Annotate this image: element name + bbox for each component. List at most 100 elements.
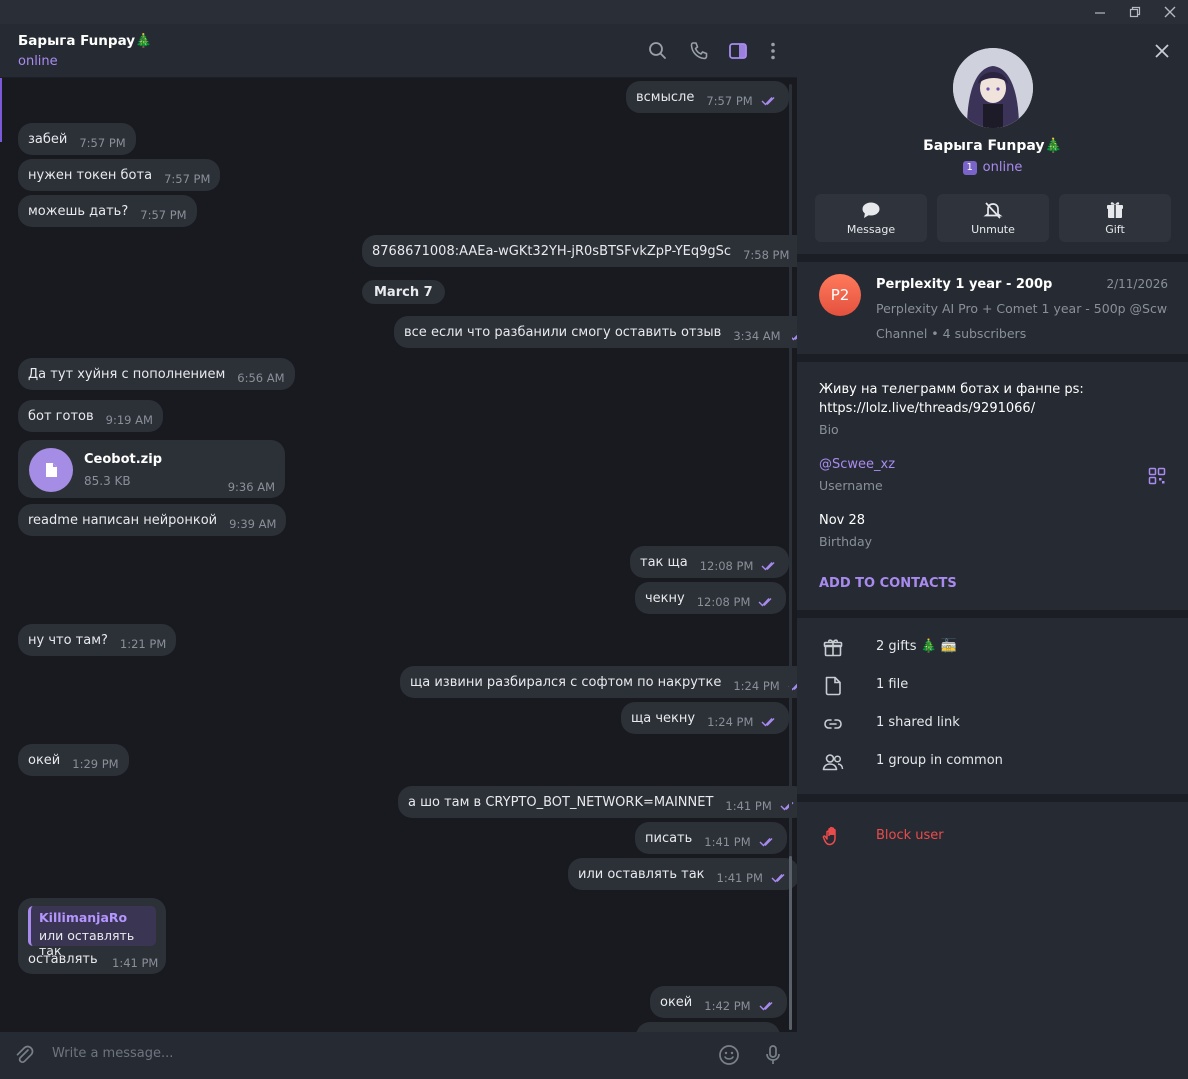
message-input[interactable]: Write a message... [52, 1046, 173, 1061]
message-incoming[interactable]: можешь дать? 7:57 PM [18, 195, 197, 227]
birthday-value: Nov 28 [819, 513, 866, 528]
message-incoming[interactable]: бот готов 9:19 AM [18, 400, 163, 432]
restore-icon[interactable] [1117, 0, 1153, 24]
message-button[interactable]: Message [815, 194, 927, 242]
bio-link[interactable]: https://lolz.live/threads/9291066/ [819, 401, 1035, 416]
unread-marker [0, 78, 2, 142]
message-text: а шо там в CRYPTO_BOT_NETWORK=MAINNET [408, 794, 714, 810]
attach-icon[interactable] [12, 1043, 36, 1067]
chat-header[interactable]: Барыга Funpay🎄 online [0, 24, 797, 78]
message-incoming[interactable]: ну что там? 1:21 PM [18, 624, 177, 656]
channel-title: Perplexity 1 year - 200p [876, 277, 1053, 292]
chat-title[interactable]: Барыга Funpay🎄 [18, 33, 152, 49]
window-close-icon[interactable] [1152, 0, 1188, 24]
message-outgoing[interactable]: 8768671008:AAEa-wGKt32YH-jR0sBTSFvkZpP-Y… [362, 235, 797, 267]
avatar[interactable] [953, 48, 1033, 128]
message-incoming[interactable]: забей 7:57 PM [18, 123, 136, 155]
message-incoming[interactable]: readme написан нейронкой 9:39 AM [18, 504, 287, 536]
message-text: всмысле [636, 89, 695, 105]
chat-pane: Барыга Funpay🎄 online всмысле 7:57 PM за… [0, 24, 797, 1079]
files-label: 1 file [876, 677, 909, 692]
unmute-button-label: Unmute [971, 222, 1015, 236]
message-text: бот готов [28, 408, 94, 424]
username-label: Username [819, 478, 883, 493]
channel-date: 2/11/2026 [1106, 277, 1168, 291]
message-time: 12:08 PM [696, 595, 751, 609]
gifts-row[interactable]: 2 gifts 🎄 🚋 [797, 630, 1188, 666]
message-text: писать [645, 830, 693, 846]
file-icon[interactable] [29, 448, 73, 492]
profile-panel: Барыга Funpay🎄 1 online Message Unmute Gi… [797, 24, 1188, 1079]
message-time: 9:36 AM [227, 480, 275, 494]
read-checks-icon [759, 1002, 773, 1011]
reply-quote[interactable]: KillimanjaRo или оставлять так [28, 906, 156, 958]
files-row[interactable]: 1 file [797, 668, 1188, 704]
search-icon[interactable] [646, 39, 670, 63]
read-checks-icon [761, 562, 775, 571]
links-row[interactable]: 1 shared link [797, 706, 1188, 742]
message-time: 7:57 PM [140, 208, 187, 222]
message-outgoing[interactable]: так ща 12:08 PM [630, 546, 790, 578]
file-outline-icon [821, 674, 845, 698]
file-message[interactable]: Ceobot.zip 85.3 KB 9:36 AM [18, 440, 285, 498]
more-menu-icon[interactable] [761, 39, 785, 63]
gift-button[interactable]: Gift [1059, 194, 1171, 242]
message-outgoing[interactable]: ща чекну 1:24 PM [621, 702, 790, 734]
section-divider [797, 254, 1188, 262]
gift-outline-icon [821, 636, 845, 660]
message-text: или оставлять так [578, 866, 705, 882]
message-incoming[interactable]: нужен токен бота 7:57 PM [18, 159, 221, 191]
message-time: 7:58 PM [743, 248, 790, 262]
message-outgoing[interactable]: все если что разбанили смогу оставить от… [394, 316, 797, 348]
microphone-icon[interactable] [761, 1043, 785, 1067]
emoji-icon[interactable] [717, 1043, 741, 1067]
read-checks-icon [761, 97, 775, 106]
message-text: 8768671008:AAEa-wGKt32YH-jR0sBTSFvkZpP-Y… [372, 243, 732, 259]
message-outgoing[interactable]: а шо там в CRYPTO_BOT_NETWORK=MAINNET 1:… [398, 786, 797, 818]
message-time: 1:41 PM [716, 871, 763, 885]
links-label: 1 shared link [876, 715, 960, 730]
read-checks-icon [758, 598, 772, 607]
gifts-label: 2 gifts 🎄 🚋 [876, 639, 958, 654]
phone-icon[interactable] [687, 39, 711, 63]
message-time: 7:57 PM [706, 94, 753, 108]
message-time: 1:41 PM [725, 799, 772, 813]
message-outgoing[interactable]: или оставлять так 1:41 PM [568, 858, 797, 890]
groups-row[interactable]: 1 group in common [797, 744, 1188, 780]
window-titlebar [0, 0, 1188, 24]
add-to-contacts-button[interactable]: ADD TO CONTACTS [819, 576, 957, 591]
sidebar-toggle-icon[interactable] [726, 39, 750, 63]
close-icon[interactable] [1152, 41, 1172, 61]
username-value[interactable]: @Scwee_xz [819, 457, 895, 472]
message-text: окей [660, 994, 693, 1010]
message-button-label: Message [846, 222, 896, 236]
bio-label: Bio [819, 422, 839, 437]
message-time: 1:24 PM [733, 679, 780, 693]
qr-code-icon[interactable] [1147, 466, 1167, 486]
message-list[interactable]: всмысле 7:57 PM забей 7:57 PM нужен токе… [0, 78, 797, 1032]
scrollbar-thumb[interactable] [789, 856, 792, 1030]
message-outgoing[interactable]: писать 1:41 PM [635, 822, 787, 854]
message-incoming[interactable]: Да тут хуйня с пополнением 6:56 AM [18, 358, 295, 390]
message-outgoing[interactable]: всмысле 7:57 PM [626, 81, 789, 113]
channel-preview: Perplexity AI Pro + Comet 1 year - 500p … [876, 301, 1168, 316]
message-time: 9:39 AM [229, 517, 277, 531]
message-outgoing[interactable]: ща извини разбирался с софтом по накрутк… [400, 666, 797, 698]
message-outgoing[interactable]: окей 1:42 PM [650, 986, 787, 1018]
message-outgoing-partial[interactable] [636, 1022, 780, 1032]
message-text: можешь дать? [28, 203, 129, 219]
message-outgoing[interactable]: чекну 12:08 PM [635, 582, 787, 614]
reply-message[interactable]: KillimanjaRo или оставлять так оставлять… [18, 898, 166, 974]
reply-author: KillimanjaRo [39, 910, 128, 925]
message-text: ща чекну [631, 710, 696, 726]
groups-label: 1 group in common [876, 753, 1003, 768]
message-incoming[interactable]: окей 1:29 PM [18, 744, 129, 776]
group-icon [821, 750, 845, 774]
unmute-button[interactable]: Unmute [937, 194, 1049, 242]
read-checks-icon [761, 718, 775, 727]
message-time: 7:57 PM [79, 136, 126, 150]
minimize-icon[interactable] [1082, 0, 1118, 24]
section-divider [797, 610, 1188, 618]
message-time: 1:41 PM [112, 956, 159, 970]
composer: Write a message... [0, 1032, 797, 1079]
